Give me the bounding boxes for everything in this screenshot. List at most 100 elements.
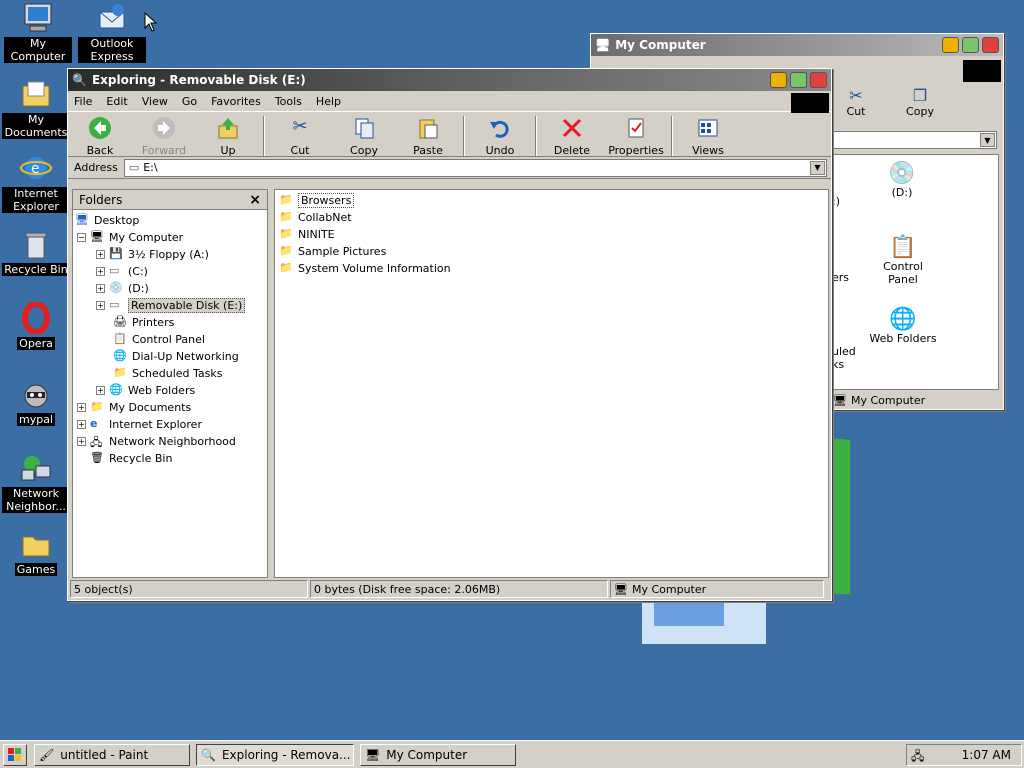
desktop-icon-internet-explorer[interactable]: e Internet Explorer — [2, 152, 70, 213]
desktop-icon-outlook-express[interactable]: Outlook Express — [78, 2, 146, 63]
delete-button[interactable]: Delete — [540, 116, 604, 157]
desktop-icon-my-documents[interactable]: My Documents — [2, 78, 70, 139]
desktop-icon-recycle-bin[interactable]: Recycle Bin — [2, 228, 70, 276]
tree-item-c-drive[interactable]: + ▭ (C:) — [96, 263, 148, 280]
task-paint[interactable]: 🖌 untitled - Paint — [34, 744, 190, 766]
maximize-button[interactable] — [790, 72, 807, 88]
address-input[interactable]: ▭ E:\ ▼ — [123, 158, 827, 177]
desktop-icon: 🖥 — [75, 212, 89, 226]
expand-icon[interactable]: + — [96, 250, 105, 259]
close-button[interactable] — [982, 37, 999, 53]
menu-file[interactable]: File — [74, 95, 92, 108]
menu-help[interactable]: Help — [316, 95, 341, 108]
expand-icon[interactable]: + — [96, 386, 105, 395]
tree-item-recycle-bin[interactable]: 🗑 Recycle Bin — [90, 450, 172, 467]
list-item[interactable]: 📁 Sample Pictures — [279, 243, 824, 260]
paste-button[interactable]: Paste — [396, 116, 460, 157]
clock[interactable]: 1:07 AM — [962, 748, 1011, 762]
copy-button[interactable]: Copy — [332, 116, 396, 157]
tree-item-floppy[interactable]: + 💾 3½ Floppy (A:) — [96, 246, 209, 263]
tree-item-desktop[interactable]: 🖥 Desktop — [75, 212, 139, 229]
back-button[interactable]: Back — [68, 116, 132, 157]
folders-title: Folders — [79, 192, 123, 207]
list-item[interactable]: 📁 System Volume Information — [279, 260, 824, 277]
file-list[interactable]: 📁 Browsers 📁 CollabNet 📁 NINITE 📁 Sample Pic… — [274, 189, 829, 578]
tree-item-network-neighborhood[interactable]: + 🖧 Network Neighborhood — [77, 433, 236, 450]
task-my-computer[interactable]: 🖥 My Computer — [360, 744, 516, 766]
list-item[interactable]: 📁 Browsers — [279, 192, 824, 209]
window-title: Exploring - Removable Disk (E:) — [91, 73, 306, 87]
tree-item-dialup[interactable]: 🌐 Dial-Up Networking — [113, 348, 239, 365]
my-computer-content[interactable]: :) 💿 (D:) ers 📋 Control Panel uled ks 🌐 … — [831, 154, 999, 390]
list-item[interactable]: 📁 CollabNet — [279, 209, 824, 226]
file-name: System Volume Information — [298, 262, 451, 275]
tree-item-internet-explorer[interactable]: + e Internet Explorer — [77, 416, 202, 433]
tree-item-my-computer[interactable]: − 🖥 My Computer — [77, 229, 183, 246]
desktop-icon-games[interactable]: Games — [2, 528, 70, 576]
menu-tools[interactable]: Tools — [275, 95, 302, 108]
menu-bar: File Edit View Go Favorites Tools Help — [68, 91, 831, 113]
drive-icon: ▭ — [128, 161, 140, 174]
desktop-icon-mypal[interactable]: mypal — [2, 378, 70, 426]
minimize-button[interactable] — [770, 72, 787, 88]
tree-item-removable-disk[interactable]: + ▭ Removable Disk (E:) — [96, 297, 246, 314]
menu-view[interactable]: View — [142, 95, 168, 108]
undo-button[interactable]: Undo — [468, 116, 532, 157]
task-exploring[interactable]: 🔍 Exploring - Remova... — [196, 744, 354, 766]
status-text: 5 object(s) — [74, 582, 133, 596]
scheduled-tasks-icon: 📁 — [113, 365, 127, 379]
address-box[interactable]: ▼ — [831, 131, 997, 149]
menu-go[interactable]: Go — [182, 95, 197, 108]
tree-item-control-panel[interactable]: 📋 Control Panel — [113, 331, 205, 348]
computer-icon: 🖥 — [833, 394, 847, 407]
close-icon[interactable]: × — [249, 192, 261, 208]
file-name: Browsers — [298, 193, 355, 208]
tree-item-d-drive[interactable]: + 💿 (D:) — [96, 280, 149, 297]
up-button[interactable]: Up — [196, 116, 260, 157]
desktop-icon-network-neighborhood[interactable]: Network Neighbor... — [2, 452, 70, 513]
chevron-down-icon[interactable]: ▼ — [980, 133, 995, 147]
item-control-panel[interactable]: 📋 Control Panel — [868, 235, 938, 286]
tool-copy-button[interactable]: ❐ Copy — [895, 86, 945, 118]
my-computer-status: 🖥 My Computer — [833, 392, 999, 409]
expand-icon[interactable]: + — [96, 284, 105, 293]
start-button[interactable] — [3, 744, 27, 766]
views-button[interactable]: Views — [676, 116, 740, 157]
maximize-button[interactable] — [962, 37, 979, 53]
desktop-icon-my-computer[interactable]: My Computer — [4, 2, 72, 63]
explorer-titlebar[interactable]: 🔍 Exploring - Removable Disk (E:) — [68, 69, 831, 91]
tree-item-scheduled-tasks[interactable]: 📁 Scheduled Tasks — [113, 365, 223, 382]
outlook-icon — [96, 2, 128, 34]
explorer-window[interactable]: 🔍 Exploring - Removable Disk (E:) File E… — [67, 68, 832, 601]
menu-favorites[interactable]: Favorites — [211, 95, 261, 108]
item-web-folders[interactable]: 🌐 Web Folders — [862, 307, 944, 345]
minimize-button[interactable] — [942, 37, 959, 53]
computer-icon: 🖥 — [614, 582, 628, 596]
list-item[interactable]: 📁 NINITE — [279, 226, 824, 243]
expand-icon[interactable]: + — [77, 403, 86, 412]
item-d-drive[interactable]: 💿 (D:) — [872, 161, 932, 199]
menu-edit[interactable]: Edit — [106, 95, 127, 108]
properties-button[interactable]: Properties — [604, 116, 668, 157]
forward-button[interactable]: Forward — [132, 116, 196, 157]
cut-button[interactable]: ✂ Cut — [268, 116, 332, 157]
expand-icon[interactable]: + — [77, 437, 86, 446]
tool-cut-button[interactable]: ✂ Cut — [831, 86, 881, 118]
tree-item-printers[interactable]: 🖨 Printers — [113, 314, 174, 331]
close-button[interactable] — [810, 72, 827, 88]
item-label: ks — [832, 358, 845, 371]
expand-icon[interactable]: + — [96, 267, 105, 276]
item-label: :) — [832, 195, 840, 208]
tree-item-web-folders[interactable]: + 🌐 Web Folders — [96, 382, 195, 399]
address-label: Address — [74, 161, 118, 174]
folders-header: Folders × — [72, 189, 268, 209]
tree-item-my-documents[interactable]: + 📁 My Documents — [77, 399, 191, 416]
expand-icon[interactable]: + — [96, 301, 105, 310]
folder-tree[interactable]: 🖥 Desktop − 🖥 My Computer + 💾 3½ Floppy (A:) … — [72, 209, 268, 578]
tray-network-icon[interactable]: 🖧 — [911, 747, 924, 768]
my-computer-titlebar[interactable]: 🖥 My Computer — [591, 34, 1003, 56]
expand-icon[interactable]: + — [77, 420, 86, 429]
desktop-icon-opera[interactable]: Opera — [2, 301, 70, 350]
collapse-icon[interactable]: − — [77, 233, 86, 242]
chevron-down-icon[interactable]: ▼ — [810, 160, 825, 175]
